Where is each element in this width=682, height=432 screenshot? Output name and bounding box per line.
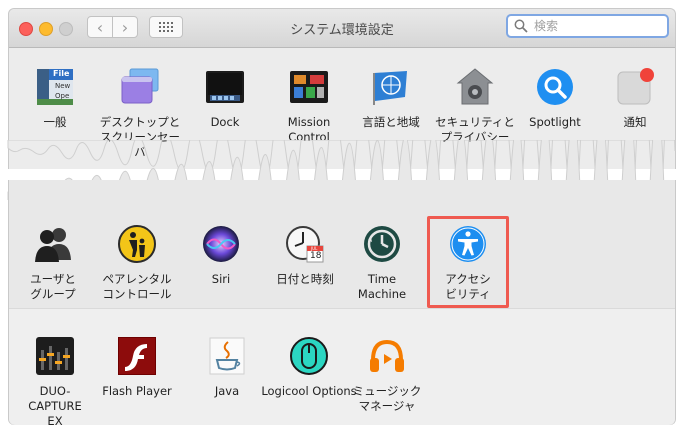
general-icon-text-2: New [55,82,71,90]
general-icon: File New Ope [35,67,75,107]
search-icon [514,19,528,33]
pane-label: 通知 [623,115,647,129]
pane-label: Logicool Options [261,384,357,398]
java-icon [207,336,247,376]
pane-label: Spotlight [529,115,581,129]
pane-label: ミュージック マネージャ [352,384,422,413]
pane-label: 言語と地域 [362,115,420,129]
general-icon-text: File [53,69,70,78]
pane-label: DUO-CAPTURE EX [28,384,82,428]
pane-notifications[interactable]: 通知 [593,67,677,130]
pane-general[interactable]: File New Ope 一般 [13,67,97,130]
pane-mission-control[interactable]: Mission Control [267,67,351,145]
calendar-day: 18 [310,251,322,261]
title-bar: ‹ › システム環境設定 [9,9,675,48]
security-icon [455,67,495,107]
pane-logicool-options[interactable]: Logicool Options [261,336,357,399]
dock-icon [205,67,245,107]
parental-icon [117,224,157,264]
logicool-icon [289,336,329,376]
pane-label: ユーザと グループ [30,272,76,301]
pane-music-manager[interactable]: ミュージック マネージャ [345,336,429,414]
date-time-icon: JUL 18 [285,224,325,264]
pane-parental-controls[interactable]: ペアレンタル コントロール [95,224,179,302]
pane-label: ペアレンタル コントロール [102,272,172,301]
pane-siri[interactable]: Siri [179,224,263,287]
pane-label: Flash Player [102,384,172,398]
pane-label: 一般 [43,115,67,129]
users-icon [33,224,73,264]
pane-spotlight[interactable]: Spotlight [513,67,597,130]
pane-label: Siri [211,272,231,286]
search-input[interactable] [532,18,666,34]
pane-language-region[interactable]: 言語と地域 [349,67,433,130]
pane-date-time[interactable]: JUL 18 日付と時刻 [263,224,347,287]
search-field[interactable] [506,14,669,38]
time-machine-icon [362,224,402,264]
pane-duo-capture[interactable]: DUO-CAPTURE EX [13,336,97,429]
pane-java[interactable]: Java [185,336,269,399]
pane-dock[interactable]: Dock [183,67,267,130]
pane-label: 日付と時刻 [276,272,334,286]
duo-capture-icon [35,336,75,376]
spotlight-icon [535,67,575,107]
desktop-icon [120,67,160,107]
siri-icon [201,224,241,264]
language-region-icon [371,67,411,107]
music-manager-icon [367,336,407,376]
pane-time-machine[interactable]: Time Machine [340,224,424,302]
mission-control-icon [289,67,329,107]
accessibility-highlight-frame [427,216,509,308]
preferences-window-bottom: ユーザと グループ ペアレンタル コントロール Siri JUL 18 日付と時… [8,180,676,428]
pane-label: Dock [210,115,240,129]
pane-security-privacy[interactable]: セキュリティと プライバシー [433,67,517,145]
pane-label: Java [214,384,240,398]
pane-flash-player[interactable]: Flash Player [95,336,179,399]
pane-users-groups[interactable]: ユーザと グループ [11,224,95,302]
notifications-icon [615,67,655,107]
flash-icon [117,336,157,376]
general-icon-text-3: Ope [55,92,70,100]
pane-label: Time Machine [357,272,407,301]
